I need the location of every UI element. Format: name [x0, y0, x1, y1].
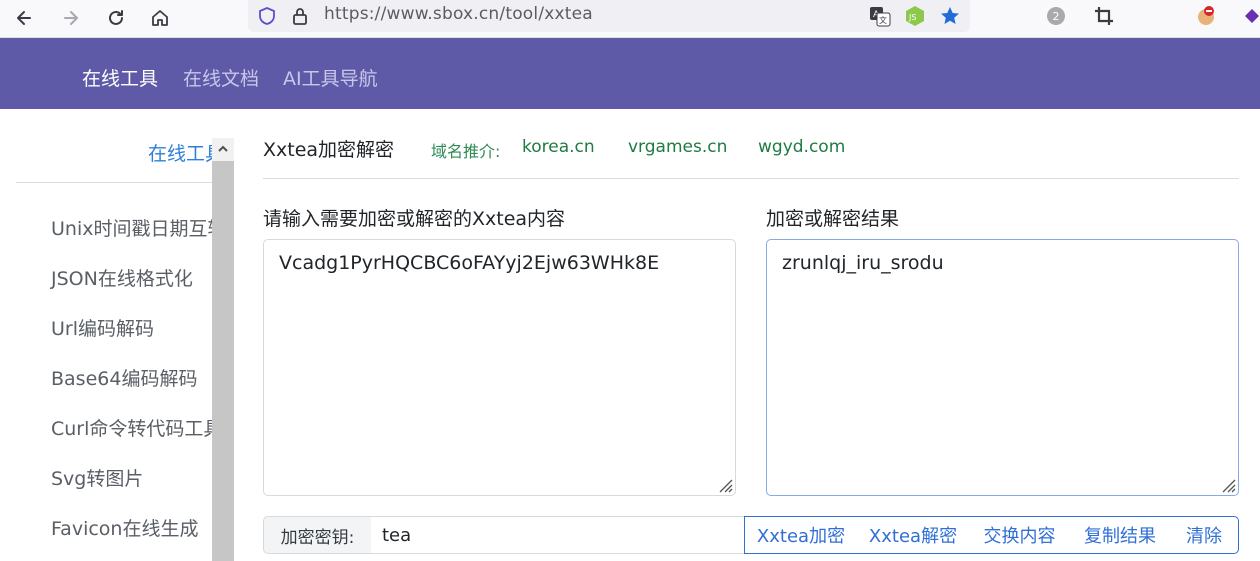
back-icon[interactable]: [10, 4, 38, 32]
domain-link-vrgames[interactable]: vrgames.cn: [628, 137, 727, 157]
key-label: 加密密钥:: [263, 516, 372, 554]
scroll-up-icon[interactable]: [212, 138, 234, 160]
sidebar-item-favicon[interactable]: Favicon在线生成: [51, 514, 198, 541]
forward-icon[interactable]: [57, 4, 85, 32]
badge-2-icon[interactable]: 2: [1044, 4, 1068, 28]
sidebar-item-svg-to-image[interactable]: Svg转图片: [51, 464, 143, 491]
browser-toolbar: A文 JS 2: [0, 0, 1260, 38]
sidebar-scrollbar-thumb[interactable]: [212, 161, 234, 561]
output-label: 加密或解密结果: [766, 208, 900, 230]
output-text: zrunlqj_iru_srodu: [782, 252, 944, 274]
domain-link-korea[interactable]: korea.cn: [522, 137, 595, 157]
nodejs-icon[interactable]: JS: [903, 4, 927, 28]
crop-icon[interactable]: [1092, 4, 1116, 28]
svg-text:JS: JS: [908, 13, 916, 22]
nav-online-docs[interactable]: 在线文档: [183, 64, 259, 91]
extension-icon[interactable]: [1240, 4, 1260, 28]
home-icon[interactable]: [146, 4, 174, 32]
translate-icon[interactable]: A文: [868, 4, 892, 28]
nav-ai-tools[interactable]: AI工具导航: [283, 64, 378, 91]
decrypt-button[interactable]: Xxtea解密: [857, 516, 970, 554]
url-text[interactable]: https://www.sbox.cn/tool/xxtea: [324, 4, 593, 24]
divider: [16, 182, 212, 183]
domain-link-wgyd[interactable]: wgyd.com: [758, 137, 845, 157]
nav-online-tools[interactable]: 在线工具: [82, 64, 158, 91]
swap-content-button[interactable]: 交换内容: [969, 516, 1071, 554]
lock-icon[interactable]: [289, 5, 311, 27]
sidebar-item-url-encode[interactable]: Url编码解码: [51, 314, 154, 341]
domain-recommend-label: 域名推介:: [431, 142, 501, 161]
sidebar-item-json-format[interactable]: JSON在线格式化: [51, 264, 193, 291]
bookmark-star-icon[interactable]: [938, 4, 962, 28]
resize-grip-icon[interactable]: [1218, 475, 1236, 493]
sidebar-item-base64[interactable]: Base64编码解码: [51, 364, 197, 391]
key-input-group: 加密密钥: tea Xxtea加密 Xxtea解密 交换内容 复制结果 清除: [263, 516, 1239, 554]
site-header: 在线工具 在线文档 AI工具导航: [0, 38, 1260, 109]
divider: [263, 178, 1239, 179]
encrypt-button[interactable]: Xxtea加密: [744, 516, 858, 554]
sidebar-item-unix-time[interactable]: Unix时间戳日期互转: [51, 214, 226, 241]
input-textarea[interactable]: Vcadg1PyrHQCBC6oFAYyj2Ejw63WHk8E: [263, 239, 736, 496]
resize-grip-icon[interactable]: [715, 475, 733, 493]
sidebar-item-curl-convert[interactable]: Curl命令转代码工具: [51, 414, 222, 441]
clear-button[interactable]: 清除: [1170, 516, 1239, 554]
reload-icon[interactable]: [102, 4, 130, 32]
key-input[interactable]: tea: [371, 516, 745, 554]
copy-result-button[interactable]: 复制结果: [1070, 516, 1171, 554]
shield-icon[interactable]: [256, 5, 278, 27]
extension-icon[interactable]: [1194, 4, 1218, 28]
output-textarea[interactable]: zrunlqj_iru_srodu: [766, 239, 1239, 496]
input-label: 请输入需要加密或解密的Xxtea内容: [263, 208, 566, 230]
page-title: Xxtea加密解密: [263, 139, 395, 161]
svg-text:2: 2: [1053, 10, 1060, 23]
input-text: Vcadg1PyrHQCBC6oFAYyj2Ejw63WHk8E: [279, 252, 660, 274]
svg-text:文: 文: [879, 15, 887, 25]
sidebar: 在线工具 Unix时间戳日期互转 JSON在线格式化 Url编码解码 Base6…: [0, 109, 234, 561]
